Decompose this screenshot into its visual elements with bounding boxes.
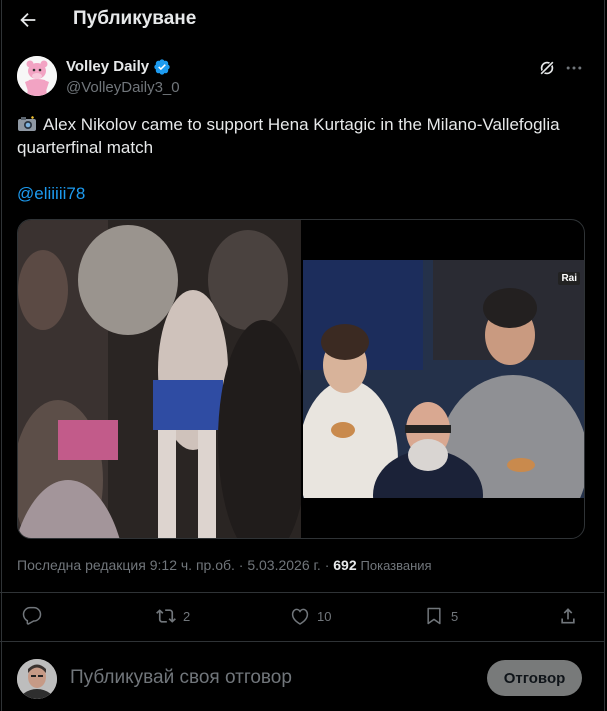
bookmark-icon: [427, 607, 441, 625]
repost-action[interactable]: 2: [156, 604, 190, 628]
meta-separator: ·: [234, 557, 248, 573]
top-bar: Публикуване: [0, 0, 605, 40]
more-icon[interactable]: [564, 58, 584, 78]
mention-link[interactable]: @eliiiii78: [17, 184, 85, 204]
meta-separator: ·: [320, 557, 334, 573]
photo-left[interactable]: [18, 220, 301, 538]
reply-input[interactable]: [68, 666, 452, 690]
divider: [0, 592, 605, 593]
pink-panther-avatar-icon: [17, 56, 57, 96]
rai-logo: Rai: [558, 272, 580, 285]
views-label: Показвания: [360, 558, 432, 573]
like-action[interactable]: 10: [290, 604, 331, 628]
bookmark-action[interactable]: 5: [424, 604, 458, 628]
repost-count: 2: [183, 608, 191, 624]
verified-icon: [154, 59, 170, 75]
user-avatar[interactable]: [17, 659, 57, 699]
tweet-text: Alex Nikolov came to support Hena Kurtag…: [17, 113, 587, 159]
photo-right[interactable]: [303, 260, 584, 498]
like-icon: [291, 608, 309, 625]
like-count: 10: [317, 608, 332, 624]
share-action[interactable]: [558, 604, 585, 628]
bookmark-count: 5: [451, 608, 459, 624]
page-title: Публикуване: [73, 8, 197, 29]
views-count: 692: [333, 557, 357, 573]
grok-icon[interactable]: [537, 58, 557, 78]
action-bar: 2 10 5: [0, 596, 605, 640]
reply-icon: [22, 606, 42, 625]
tweet-body: Alex Nikolov came to support Hena Kurtag…: [17, 115, 560, 157]
divider: [0, 641, 605, 642]
reply-button[interactable]: Отговор: [487, 660, 582, 696]
post-date[interactable]: 5.03.2026 г.: [247, 557, 320, 573]
repost-icon: [156, 609, 176, 623]
edited-timestamp[interactable]: Последна редакция 9:12 ч. пр.об.: [17, 557, 235, 573]
camera-icon: [18, 116, 36, 131]
reply-action[interactable]: [22, 604, 49, 628]
media-grid[interactable]: Rai: [17, 219, 585, 539]
post-meta: Последна редакция 9:12 ч. пр.об. · 5.03.…: [17, 557, 432, 573]
back-arrow-icon[interactable]: [17, 9, 39, 31]
author-avatar[interactable]: [17, 56, 57, 96]
author-name[interactable]: Volley Daily: [66, 58, 149, 75]
share-icon: [561, 608, 575, 624]
author-handle[interactable]: @VolleyDaily3_0: [66, 79, 180, 96]
user-photo: [17, 659, 57, 699]
